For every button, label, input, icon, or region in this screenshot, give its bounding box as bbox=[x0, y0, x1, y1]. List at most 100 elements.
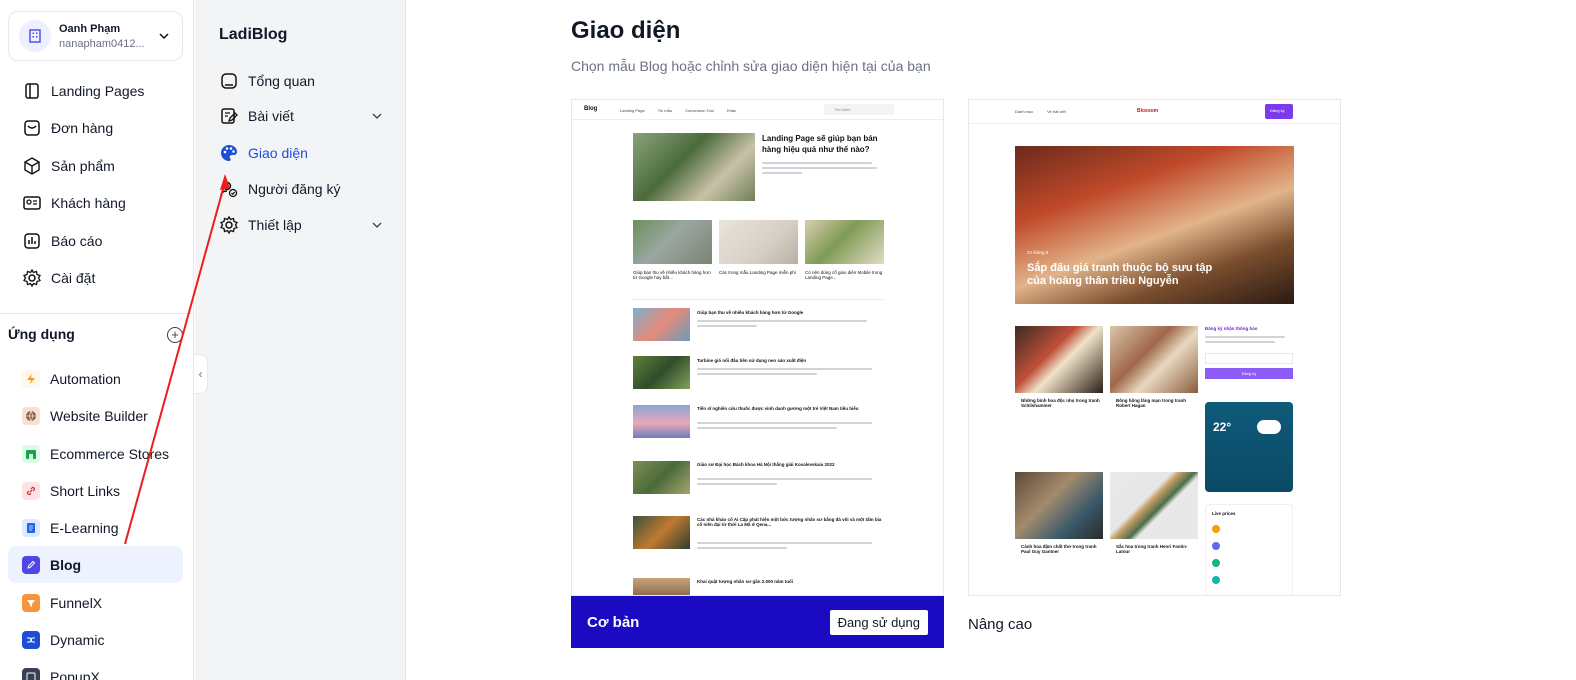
preview-tile-title: Sắc hoa trong tranh Henri Fantin-Latour bbox=[1116, 544, 1188, 554]
app-item-automation[interactable]: Automation bbox=[8, 360, 183, 397]
preview-list-desc bbox=[697, 320, 877, 330]
store-icon bbox=[22, 444, 40, 463]
preview-list-desc bbox=[697, 542, 877, 552]
preview-signup-button: Đăng ký bbox=[1265, 104, 1293, 119]
customer-card-icon bbox=[23, 196, 41, 210]
preview-list-desc bbox=[697, 368, 877, 378]
coin-icon bbox=[1212, 542, 1220, 550]
palette-icon bbox=[221, 145, 237, 161]
preview-list-image bbox=[633, 578, 690, 595]
preview-newsletter-button: Đăng ký bbox=[1205, 368, 1293, 379]
preview-search: Tìm kiếm bbox=[824, 104, 894, 115]
app-item-dynamic[interactable]: Dynamic bbox=[8, 621, 183, 658]
app-label: Website Builder bbox=[50, 407, 148, 424]
user-subscribe-icon bbox=[220, 181, 238, 198]
preview-hero-title: Sắp đấu giá tranh thuộc bộ sưu tập của h… bbox=[1027, 262, 1213, 287]
preview-list-desc bbox=[697, 422, 877, 432]
preview-list-image bbox=[633, 308, 690, 341]
preview-card-image bbox=[805, 220, 884, 264]
main-sidebar: Oanh Phạm nanapham0412... Landing Pages … bbox=[0, 0, 194, 680]
preview-nav-link: Tin mẫu bbox=[657, 108, 673, 113]
sidebar-item-settings[interactable]: Thiết lập bbox=[219, 210, 389, 240]
popup-icon bbox=[22, 667, 40, 680]
preview-list-desc bbox=[697, 478, 877, 488]
nav-label: Landing Pages bbox=[51, 83, 145, 99]
theme-card-basic[interactable]: Blog Landing Page Tin mẫu Conversion Too… bbox=[571, 99, 944, 648]
sidebar-item-label: Người đăng ký bbox=[248, 181, 341, 197]
nav-orders[interactable]: Đơn hàng bbox=[8, 110, 183, 146]
chevron-down-icon bbox=[159, 33, 169, 40]
app-item-popupx[interactable]: PopupX bbox=[8, 658, 183, 680]
sidebar-divider bbox=[0, 313, 194, 314]
nav-label: Khách hàng bbox=[51, 195, 126, 211]
preview-nav-link: Landing Page bbox=[620, 108, 645, 113]
preview-card-title: Giúp bạn thu về nhiều khách hàng hơn từ … bbox=[633, 270, 711, 280]
shuffle-icon bbox=[22, 630, 40, 649]
add-app-plus-icon[interactable]: + bbox=[167, 327, 183, 343]
nav-customers[interactable]: Khách hàng bbox=[8, 185, 183, 221]
preview-hero-title: Landing Page sẽ giúp bạn bán hàng hiệu q… bbox=[762, 134, 878, 154]
preview-search-text: Tìm kiếm bbox=[834, 107, 851, 112]
preview-newsletter-title: Đăng ký nhận thông báo bbox=[1205, 326, 1258, 331]
sidebar-item-posts[interactable]: Bài viết bbox=[219, 101, 389, 131]
gear-icon bbox=[23, 268, 41, 288]
app-item-blog[interactable]: Blog bbox=[8, 546, 183, 583]
nav-products[interactable]: Sản phẩm bbox=[8, 148, 183, 184]
account-name: Oanh Phạm bbox=[59, 22, 121, 35]
product-box-icon bbox=[24, 157, 40, 175]
account-switcher[interactable]: Oanh Phạm nanapham0412... bbox=[8, 11, 183, 61]
app-label: PopupX bbox=[50, 668, 100, 680]
app-item-short-links[interactable]: Short Links bbox=[8, 472, 183, 509]
preview-card-image bbox=[633, 220, 712, 264]
preview-weather-temp: 22° bbox=[1213, 420, 1232, 434]
in-use-button[interactable]: Đang sử dụng bbox=[829, 609, 928, 635]
sidebar-item-label: Bài viết bbox=[248, 108, 294, 124]
page-title: Giao diện bbox=[571, 17, 681, 44]
sidebar-item-theme[interactable]: Giao diện bbox=[219, 138, 389, 168]
theme-card-advanced[interactable]: Danh mục Về bài viết Blossom Đăng ký 24 … bbox=[968, 99, 1341, 633]
preview-live-prices-title: Live prices bbox=[1212, 511, 1236, 516]
coin-icon bbox=[1212, 576, 1220, 584]
preview-nav-links: Landing Page Tin mẫu Conversion Tool Khá… bbox=[620, 108, 748, 113]
coin-icon bbox=[1212, 559, 1220, 567]
preview-hero-date: 24 tháng 8 bbox=[1027, 250, 1049, 255]
page-subtitle: Chọn mẫu Blog hoặc chỉnh sửa giao diện h… bbox=[571, 58, 931, 74]
sidebar-item-label: Giao diện bbox=[248, 145, 308, 161]
preview-tile-image bbox=[1015, 326, 1103, 393]
chevron-down-icon bbox=[372, 113, 382, 119]
preview-signup-label: Đăng ký bbox=[1270, 108, 1285, 113]
preview-newsletter: Đăng ký nhận thông báo Đăng ký bbox=[1205, 326, 1293, 379]
preview-list-title: Khai quật tượng nhân sư gần 2.000 năm tu… bbox=[697, 579, 793, 584]
sidebar-item-subscribers[interactable]: Người đăng ký bbox=[219, 174, 389, 204]
preview-card-title: Các trong mẫu Landing Page miễn phí bbox=[719, 270, 797, 275]
app-item-website-builder[interactable]: Website Builder bbox=[8, 397, 183, 434]
report-chart-icon bbox=[24, 233, 40, 249]
app-item-e-learning[interactable]: E-Learning bbox=[8, 509, 183, 546]
preview-weather-widget: 22° bbox=[1205, 402, 1293, 492]
preview-tile-image bbox=[1110, 472, 1198, 539]
funnel-icon bbox=[22, 593, 40, 612]
gear-icon bbox=[220, 215, 238, 235]
dashboard-icon bbox=[221, 73, 237, 89]
preview-navbar: Blog Landing Page Tin mẫu Conversion Too… bbox=[572, 100, 943, 120]
preview-email-field bbox=[1205, 353, 1293, 364]
sidebar-item-overview[interactable]: Tổng quan bbox=[219, 66, 389, 96]
blog-sidebar: LadiBlog Tổng quan Bài viết Giao diện Ng… bbox=[195, 0, 406, 680]
cloud-icon bbox=[1257, 420, 1281, 434]
main-content: Giao diện Chọn mẫu Blog hoặc chỉnh sửa g… bbox=[406, 0, 1576, 680]
chevron-left-icon: ‹ bbox=[198, 367, 203, 381]
nav-settings[interactable]: Cài đặt bbox=[8, 260, 183, 296]
preview-nav-link: Về bài viết bbox=[1047, 109, 1066, 114]
theme-name: Cơ bản bbox=[587, 613, 640, 631]
collapse-sidebar-button[interactable]: ‹ bbox=[194, 354, 208, 394]
preview-list-title: Giúp bạn thu về nhiều khách hàng hơn từ … bbox=[697, 310, 804, 315]
preview-navbar: Danh mục Về bài viết Blossom Đăng ký bbox=[969, 100, 1340, 124]
link-icon bbox=[22, 481, 40, 500]
app-item-ecommerce-stores[interactable]: Ecommerce Stores bbox=[8, 435, 183, 472]
app-item-funnelx[interactable]: FunnelX bbox=[8, 584, 183, 621]
preview-hero-image bbox=[633, 133, 755, 201]
lightning-icon bbox=[22, 369, 40, 388]
nav-reports[interactable]: Báo cáo bbox=[8, 223, 183, 259]
course-book-icon bbox=[22, 518, 40, 537]
nav-landing-pages[interactable]: Landing Pages bbox=[8, 73, 183, 109]
